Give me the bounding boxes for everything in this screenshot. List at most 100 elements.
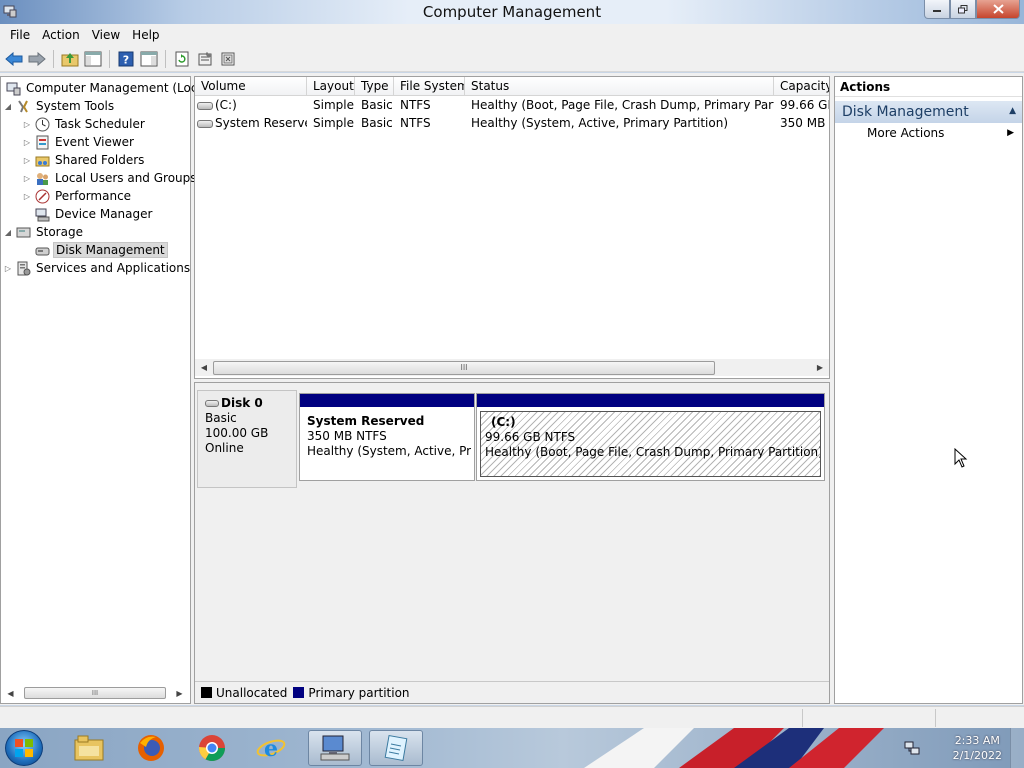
table-row[interactable]: System Reserved Simple Basic NTFS Health… [195,115,829,132]
collapse-up-icon[interactable]: ▲ [1009,106,1016,116]
disk-icon [205,400,219,407]
disk-type: Basic [205,411,237,425]
scroll-left-icon[interactable]: ◀ [5,689,16,698]
disk-volume-icon [197,119,213,128]
properties-button[interactable] [195,49,215,69]
table-row[interactable]: (C:) Simple Basic NTFS Healthy (Boot, Pa… [195,97,829,114]
column-header-file-system[interactable]: File System [394,77,465,96]
volume-list-horizontal-scrollbar[interactable]: ◀ III ▶ [195,359,829,376]
toolbar-separator [53,49,54,68]
restore-button[interactable] [950,0,976,19]
action-pane-icon [140,51,158,66]
disk-management-icon [34,242,50,258]
tree-item-services-and-applications[interactable]: ▷ Services and Applications [3,259,192,277]
primary-partition-bar [300,394,474,407]
menu-action[interactable]: Action [36,28,86,42]
tree-item-performance[interactable]: ▷ Performance [22,187,133,205]
taskbar-windows-explorer[interactable] [62,730,116,766]
column-header-status[interactable]: Status [465,77,774,96]
scroll-right-icon[interactable]: ▶ [174,689,185,698]
disk-0-label[interactable]: Disk 0 Basic 100.00 GB Online [197,390,297,488]
tree-item-local-users-and-groups[interactable]: ▷ Local Users and Groups [22,169,199,187]
expanded-arrow-icon[interactable]: ◢ [3,102,13,111]
menu-file[interactable]: File [4,28,36,42]
notepad-icon [384,735,408,761]
cell-capacity: 350 MB [780,116,826,130]
tree-item-shared-folders[interactable]: ▷ Shared Folders [22,151,146,169]
taskbar-computer-management[interactable] [308,730,362,766]
forward-button[interactable] [27,49,47,69]
properties-icon [198,51,212,65]
help-button[interactable]: ? [116,49,136,69]
column-header-capacity[interactable]: Capacity [774,77,829,96]
tree-item-disk-management[interactable]: Disk Management [32,241,168,259]
tree-item-computer-management[interactable]: Computer Management (Local) [3,79,215,97]
minimize-button[interactable] [924,0,950,19]
clock-icon [34,116,50,132]
cell-capacity: 99.66 GB [780,98,829,112]
cell-file-system: NTFS [400,98,431,112]
wallpaper-graphic [584,728,884,768]
more-actions-link[interactable]: More Actions ▶ [835,123,1022,143]
partition-body: (C:) 99.66 GB NTFS Healthy (Boot, Page F… [480,411,821,477]
tree-item-label: System Tools [36,99,115,113]
section-label: Disk Management [842,104,969,120]
tree-item-event-viewer[interactable]: ▷ Event Viewer [22,133,136,151]
computer-management-icon [5,80,21,96]
clock-date: 2/1/2022 [952,749,1002,762]
show-hide-console-tree-button[interactable] [83,49,103,69]
menu-view[interactable]: View [86,28,126,42]
svg-text:e: e [264,736,278,762]
column-header-type[interactable]: Type [355,77,394,96]
tree-item-system-tools[interactable]: ◢ System Tools [3,97,116,115]
partition-size: 350 MB NTFS [307,429,387,443]
column-header-layout[interactable]: Layout [307,77,355,96]
cell-file-system: NTFS [400,116,431,130]
collapsed-arrow-icon[interactable]: ▷ [22,138,32,147]
title-bar: Computer Management [0,0,1024,24]
partition-c-drive[interactable]: (C:) 99.66 GB NTFS Healthy (Boot, Page F… [476,393,825,481]
firefox-icon [138,735,164,761]
taskbar-chrome[interactable] [185,730,239,766]
actions-section-disk-management[interactable]: Disk Management ▲ [835,101,1022,123]
clock[interactable]: 2:33 AM 2/1/2022 [953,733,1002,763]
chrome-icon [198,735,226,762]
taskbar-notepad[interactable] [369,730,423,766]
start-button[interactable] [5,730,43,766]
scroll-thumb[interactable]: III [24,687,166,699]
tree-item-storage[interactable]: ◢ Storage [3,223,85,241]
internet-explorer-icon: e [256,736,286,762]
show-hide-action-pane-button[interactable] [139,49,159,69]
collapsed-arrow-icon[interactable]: ▷ [22,156,32,165]
window-title: Computer Management [422,3,602,21]
close-button[interactable] [976,0,1020,19]
collapsed-arrow-icon[interactable]: ▷ [22,174,32,183]
taskbar-internet-explorer[interactable]: e [244,730,298,766]
show-desktop-button[interactable] [1010,728,1024,768]
toolbar-separator [109,49,110,68]
scroll-thumb[interactable]: III [213,360,715,375]
back-button[interactable] [4,49,24,69]
tree-horizontal-scrollbar[interactable]: ◀ III ▶ [5,685,185,701]
taskbar-firefox[interactable] [124,730,178,766]
legend-label: Unallocated [216,685,288,700]
scroll-left-icon[interactable]: ◀ [195,363,213,372]
mouse-cursor-icon [954,448,968,468]
collapsed-arrow-icon[interactable]: ▷ [22,192,32,201]
legend-item-unallocated: Unallocated [201,686,287,700]
tree-item-label: Computer Management (Local) [26,81,213,95]
scroll-right-icon[interactable]: ▶ [811,363,829,372]
performance-icon [34,188,50,204]
network-icon[interactable] [904,740,920,756]
collapsed-arrow-icon[interactable]: ▷ [3,264,13,273]
tree-item-task-scheduler[interactable]: ▷ Task Scheduler [22,115,147,133]
refresh-button[interactable] [172,49,192,69]
collapsed-arrow-icon[interactable]: ▷ [22,120,32,129]
column-header-volume[interactable]: Volume [195,77,307,96]
tree-item-device-manager[interactable]: Device Manager [32,205,154,223]
partition-system-reserved[interactable]: System Reserved 350 MB NTFS Healthy (Sys… [299,393,475,481]
menu-help[interactable]: Help [126,28,165,42]
up-one-level-button[interactable] [60,49,80,69]
help-topics-button[interactable] [218,49,238,69]
expanded-arrow-icon[interactable]: ◢ [3,228,13,237]
